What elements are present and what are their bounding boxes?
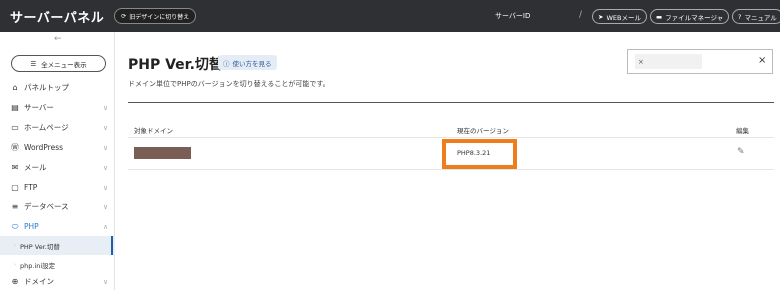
sidebar-item-ftp[interactable]: ▢ FTP ∨: [0, 178, 115, 197]
sidebar-item-label: ホームページ: [24, 123, 69, 132]
page-description: ドメイン単位でPHPのバージョンを切り替えることが可能です。: [128, 80, 330, 88]
chevron-down-icon: ∨: [103, 183, 109, 192]
sidebar-item-wordpress[interactable]: Ⓦ WordPress ∨: [0, 138, 115, 157]
sidebar-item-database[interactable]: ≡ データベース ∨: [0, 197, 115, 216]
sidebar-item-domain[interactable]: ⊕ ドメイン ∨: [0, 272, 115, 291]
sidebar-item-label: FTP: [24, 183, 38, 192]
chevron-down-icon: ∨: [103, 202, 109, 211]
chevron-down-icon: ∨: [103, 123, 109, 132]
chevron-down-icon: ∨: [103, 143, 109, 152]
all-menu-label: 全メニュー表示: [41, 60, 87, 69]
chevron-down-icon: ∨: [103, 277, 109, 286]
hamburger-icon: ☰: [30, 59, 37, 68]
header-separator: /: [579, 10, 583, 20]
sidebar-subitem-label: PHP Ver.切替: [20, 242, 60, 251]
pencil-icon[interactable]: ✎: [737, 147, 745, 157]
redacted-domain: [134, 147, 191, 159]
sidebar-item-label: サーバー: [24, 103, 54, 112]
monitor-icon: ▢: [11, 183, 19, 192]
server-icon: ▤: [11, 103, 19, 112]
divider: [128, 102, 774, 103]
help-icon: ?: [738, 12, 742, 21]
bullet-icon: ›: [14, 242, 16, 249]
howto-label: 使い方を見る: [232, 59, 272, 68]
close-icon[interactable]: ×: [758, 55, 766, 66]
table-row-divider: [128, 137, 774, 138]
search-box: × ×: [627, 49, 773, 74]
howto-button[interactable]: ⓘ 使い方を見る: [218, 55, 277, 70]
sidebar-subitem-php-ver[interactable]: › PHP Ver.切替: [0, 236, 115, 255]
sidebar-item-homepage[interactable]: ▭ ホームページ ∨: [0, 118, 115, 137]
brand-title: サーバーパネル: [10, 10, 105, 26]
mail-icon: ✉: [11, 163, 19, 172]
manual-label: マニュアル: [744, 13, 777, 22]
version-highlight-box: [442, 139, 517, 169]
active-marker: [111, 236, 113, 255]
sidebar-item-mail[interactable]: ✉ メール ∨: [0, 158, 115, 177]
sidebar-item-php[interactable]: ⬭ PHP ∧: [0, 217, 115, 236]
arrow-left-icon[interactable]: ←: [54, 34, 62, 44]
old-design-switch-button[interactable]: ⟳ 旧デザインに切り替え: [114, 8, 197, 24]
column-header-version: 現在のバージョン: [457, 127, 509, 135]
webmail-button[interactable]: ➤ WEBメール: [592, 9, 647, 24]
search-input[interactable]: ×: [635, 54, 702, 69]
sidebar-item-label: データベース: [24, 202, 69, 211]
sidebar-item-label: メール: [24, 163, 47, 172]
wordpress-icon: Ⓦ: [11, 143, 19, 152]
send-icon: ➤: [598, 12, 604, 21]
chevron-down-icon: ∨: [103, 163, 109, 172]
sidebar-item-label: パネルトップ: [24, 83, 69, 92]
help-circle-icon: ⓘ: [223, 59, 230, 68]
manual-button[interactable]: ? マニュアル: [732, 9, 780, 24]
sidebar-item-label: ドメイン: [24, 277, 54, 286]
sidebar-subitem-label: php.ini設定: [20, 261, 56, 270]
column-header-edit: 編集: [736, 127, 749, 135]
sidebar-item-server[interactable]: ▤ サーバー ∨: [0, 98, 115, 117]
sidebar-item-panel-top[interactable]: ⌂ パネルトップ: [0, 78, 115, 97]
file-manager-label: ファイルマネージャ: [665, 13, 724, 22]
page-title: PHP Ver.切替: [128, 57, 223, 73]
globe-icon: ⊕: [11, 277, 19, 286]
webmail-label: WEBメール: [606, 13, 641, 22]
file-manager-button[interactable]: ▬ ファイルマネージャ: [650, 9, 730, 24]
database-icon: ≡: [11, 202, 19, 211]
bullet-icon: ›: [14, 261, 16, 268]
window-icon: ▭: [11, 123, 19, 132]
home-icon: ⌂: [12, 83, 18, 92]
switch-icon: ⟳: [121, 12, 127, 20]
sidebar: ← ☰ 全メニュー表示 ⌂ パネルトップ ▤ サーバー ∨ ▭ ホームページ ∨…: [0, 32, 115, 290]
server-id-label: サーバーID: [495, 12, 531, 20]
chevron-down-icon: ∨: [103, 103, 109, 112]
table-row-divider: [128, 169, 774, 170]
all-menu-button[interactable]: ☰ 全メニュー表示: [11, 55, 106, 72]
chevron-up-icon: ∧: [103, 222, 109, 231]
old-design-label: 旧デザインに切り替え: [129, 13, 190, 21]
folder-icon: ▬: [656, 12, 663, 21]
column-header-domain: 対象ドメイン: [134, 127, 173, 135]
sidebar-item-label: WordPress: [24, 143, 64, 152]
sidebar-item-label: PHP: [24, 222, 39, 231]
php-icon: ⬭: [11, 221, 19, 231]
